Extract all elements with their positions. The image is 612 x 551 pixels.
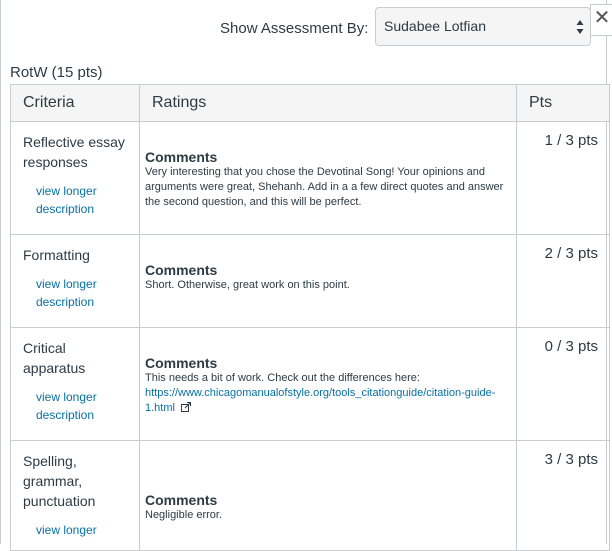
citation-guide-link[interactable]: https://www.chicagomanualofstyle.org/too… (145, 387, 495, 414)
rubric-row: Reflective essay responses view longer d… (10, 121, 610, 235)
student-select[interactable]: Sudabee Lotfian (375, 7, 591, 46)
ratings-column-header: Ratings (139, 84, 517, 122)
comments-heading: Comments (145, 149, 218, 165)
criterion-name: Spelling, grammar, punctuation (23, 453, 96, 509)
comments-heading: Comments (145, 492, 218, 508)
pts-column-header: Pts (516, 84, 610, 122)
comments-heading: Comments (145, 355, 218, 371)
points-cell: 1 / 3 pts (516, 121, 610, 235)
assessment-panel: ✕ Show Assessment By: Sudabee Lotfian Ro… (0, 0, 612, 551)
student-select-value: Sudabee Lotfian (384, 18, 486, 34)
comments-text: Short. Otherwise, great work on this poi… (145, 279, 350, 291)
criterion-cell: Critical apparatus view longer descripti… (10, 327, 140, 441)
criterion-cell: Formatting view longer description (10, 234, 140, 328)
criterion-cell: Reflective essay responses view longer d… (10, 121, 140, 235)
view-longer-description-link[interactable]: view longer description (23, 388, 131, 424)
view-longer-description-link[interactable]: view longer (23, 521, 131, 539)
comments-text-intro: This needs a bit of work. Check out the … (145, 372, 420, 384)
criterion-cell: Spelling, grammar, punctuation view long… (10, 440, 140, 551)
comments-text: Very interesting that you chose the Devo… (145, 166, 504, 208)
comments-text: This needs a bit of work. Check out the … (145, 371, 508, 416)
rubric-table: Criteria Ratings Pts Reflective essay re… (10, 84, 610, 551)
ratings-cell: Comments Very interesting that you chose… (139, 121, 517, 235)
show-assessment-label: Show Assessment By: (220, 20, 369, 37)
rubric-header-row: Criteria Ratings Pts (10, 84, 610, 122)
ratings-cell: Comments This needs a bit of work. Check… (139, 327, 517, 441)
assessment-selector-row: Show Assessment By: Sudabee Lotfian (1, 7, 591, 47)
ratings-cell: Comments Short. Otherwise, great work on… (139, 234, 517, 328)
criterion-name: Critical apparatus (23, 340, 86, 376)
select-arrows-icon (576, 20, 584, 34)
rubric-row: Spelling, grammar, punctuation view long… (10, 440, 610, 551)
points-cell: 3 / 3 pts (516, 440, 610, 551)
close-button[interactable]: ✕ (590, 4, 612, 36)
ratings-cell: Comments Negligible error. (139, 440, 517, 551)
criterion-name: Formatting (23, 247, 90, 263)
view-longer-description-link[interactable]: view longer description (23, 275, 131, 311)
close-icon: ✕ (593, 7, 611, 29)
comments-text: Negligible error. (145, 509, 223, 521)
criterion-name: Reflective essay responses (23, 134, 125, 170)
external-link-icon (181, 402, 192, 412)
view-longer-description-link[interactable]: view longer description (23, 182, 131, 218)
rubric-row: Formatting view longer description Comme… (10, 234, 610, 328)
points-cell: 0 / 3 pts (516, 327, 610, 441)
rubric-title: RotW (15 pts) (10, 64, 103, 81)
criteria-column-header: Criteria (10, 84, 140, 122)
rubric-row: Critical apparatus view longer descripti… (10, 327, 610, 441)
comments-heading: Comments (145, 262, 218, 278)
points-cell: 2 / 3 pts (516, 234, 610, 328)
